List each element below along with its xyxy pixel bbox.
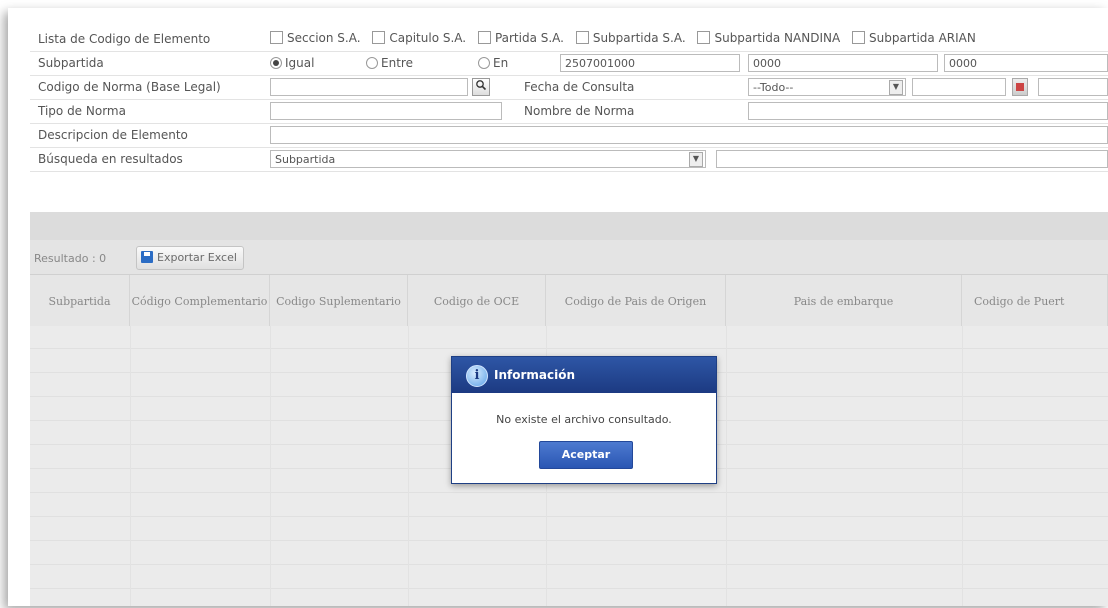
radio-en[interactable]: En	[478, 56, 508, 70]
accept-button[interactable]: Aceptar	[539, 441, 633, 469]
radio-icon	[270, 57, 282, 69]
norma-label: Codigo de Norma (Base Legal)	[38, 80, 221, 94]
tipo-norma-label: Tipo de Norma	[38, 104, 126, 118]
checkbox-icon	[372, 31, 386, 44]
fecha-date-input-2[interactable]	[1038, 78, 1108, 96]
column-header[interactable]: Codigo Suplementario	[270, 275, 408, 327]
checkbox-icon	[477, 31, 491, 44]
search-icon	[476, 80, 487, 91]
window-frame: Lista de Codigo de Elemento Seccion S.A.…	[8, 8, 1108, 606]
checkbox-partida[interactable]: Partida S.A.	[477, 31, 564, 45]
radio-label: Entre	[381, 56, 413, 70]
busqueda-input[interactable]	[716, 150, 1108, 168]
dialog-title-bar: i Información	[452, 357, 716, 393]
results-count: Resultado : 0	[34, 252, 107, 265]
search-button[interactable]	[472, 78, 490, 96]
info-dialog: i Información No existe el archivo consu…	[451, 356, 717, 484]
radio-entre[interactable]: Entre	[366, 56, 413, 70]
grid-line	[30, 564, 1108, 565]
checkbox-seccion[interactable]: Seccion S.A.	[270, 31, 361, 45]
dropdown-arrow-icon: ▼	[689, 152, 703, 167]
dialog-title: Información	[494, 368, 576, 382]
radio-label: Igual	[285, 56, 315, 70]
search-page: Lista de Codigo de Elemento Seccion S.A.…	[8, 8, 1108, 606]
dialog-message: No existe el archivo consultado.	[496, 413, 672, 426]
grid-header: Subpartida Código Complementario Codigo …	[30, 274, 1108, 328]
checkbox-icon	[852, 31, 865, 44]
grid-line	[270, 326, 271, 606]
save-disk-icon	[141, 251, 153, 263]
row-tipo-norma: Tipo de Norma Nombre de Norma	[30, 100, 1108, 124]
grid-line	[30, 348, 1108, 349]
dropdown-arrow-icon: ▼	[889, 80, 903, 95]
radio-label: En	[493, 56, 509, 70]
busqueda-select[interactable]: Subpartida ▼	[270, 150, 706, 168]
grid-line	[30, 492, 1108, 493]
radio-icon	[478, 57, 490, 69]
results-toolbar: Resultado : 0 Exportar Excel	[30, 240, 1108, 274]
subpartida-input[interactable]: 2507001000	[560, 54, 740, 72]
grid-line	[962, 326, 963, 606]
grid-line	[30, 540, 1108, 541]
row-norma: Codigo de Norma (Base Legal) Fecha de Co…	[30, 76, 1108, 100]
checkbox-capitulo[interactable]: Capitulo S.A.	[372, 31, 466, 45]
results-band	[30, 212, 1108, 240]
column-header[interactable]: Codigo de Pais de Origen	[546, 275, 726, 327]
lista-checkbox-group: Seccion S.A. Capitulo S.A. Partida S.A. …	[270, 31, 984, 45]
fecha-date-input[interactable]	[912, 78, 1006, 96]
checkbox-label: Capitulo S.A.	[389, 31, 467, 45]
checkbox-nandina[interactable]: Subpartida NANDINA	[697, 31, 840, 45]
checkbox-label: Partida S.A.	[494, 31, 564, 45]
checkbox-label: Subpartida S.A.	[592, 31, 686, 45]
fecha-select-value: --Todo--	[753, 81, 794, 94]
busqueda-select-value: Subpartida	[275, 153, 336, 166]
checkbox-arian[interactable]: Subpartida ARIAN	[852, 31, 976, 45]
row-descripcion: Descripcion de Elemento	[30, 124, 1108, 148]
grid-line	[30, 588, 1108, 589]
info-icon: i	[466, 365, 488, 387]
grid-line	[30, 516, 1108, 517]
row-lista: Lista de Codigo de Elemento Seccion S.A.…	[30, 28, 1108, 52]
grid-line	[408, 326, 409, 606]
export-excel-label: Exportar Excel	[157, 251, 237, 264]
norma-input[interactable]	[270, 78, 468, 96]
calendar-icon[interactable]	[1012, 78, 1028, 96]
tipo-norma-input[interactable]	[270, 102, 502, 120]
lista-label: Lista de Codigo de Elemento	[38, 32, 211, 46]
fecha-select[interactable]: --Todo-- ▼	[748, 78, 906, 96]
row-busqueda: Búsqueda en resultados Subpartida ▼	[30, 148, 1108, 172]
column-header[interactable]: Código Complementario	[130, 275, 270, 327]
checkbox-label: Seccion S.A.	[287, 31, 361, 45]
checkbox-label: Subpartida NANDINA	[714, 31, 841, 45]
grid-line	[726, 326, 727, 606]
checkbox-subpartida[interactable]: Subpartida S.A.	[575, 31, 686, 45]
column-header[interactable]: Codigo de Puert	[962, 275, 1108, 327]
grid-line	[130, 326, 131, 606]
column-header[interactable]: Subpartida	[30, 275, 130, 327]
checkbox-icon	[270, 31, 283, 44]
checkbox-icon	[575, 31, 589, 44]
subpartida-label: Subpartida	[38, 56, 104, 70]
row-subpartida: Subpartida Igual Entre En 2507001000 000…	[30, 52, 1108, 76]
checkbox-label: Subpartida ARIAN	[869, 31, 976, 45]
column-header[interactable]: Codigo de OCE	[408, 275, 546, 327]
radio-igual[interactable]: Igual	[270, 56, 314, 70]
column-header[interactable]: Pais de embarque	[726, 275, 962, 327]
subpartida-from-input[interactable]: 0000	[748, 54, 938, 72]
descripcion-input[interactable]	[270, 126, 1108, 144]
busqueda-label: Búsqueda en resultados	[38, 152, 183, 166]
export-excel-button[interactable]: Exportar Excel	[136, 246, 244, 270]
subpartida-to-input[interactable]: 0000	[944, 54, 1108, 72]
descripcion-label: Descripcion de Elemento	[38, 128, 188, 142]
checkbox-icon	[697, 31, 711, 44]
fecha-label: Fecha de Consulta	[524, 80, 635, 94]
nombre-norma-input[interactable]	[748, 102, 1108, 120]
nombre-norma-label: Nombre de Norma	[524, 104, 635, 118]
radio-icon	[366, 57, 378, 69]
